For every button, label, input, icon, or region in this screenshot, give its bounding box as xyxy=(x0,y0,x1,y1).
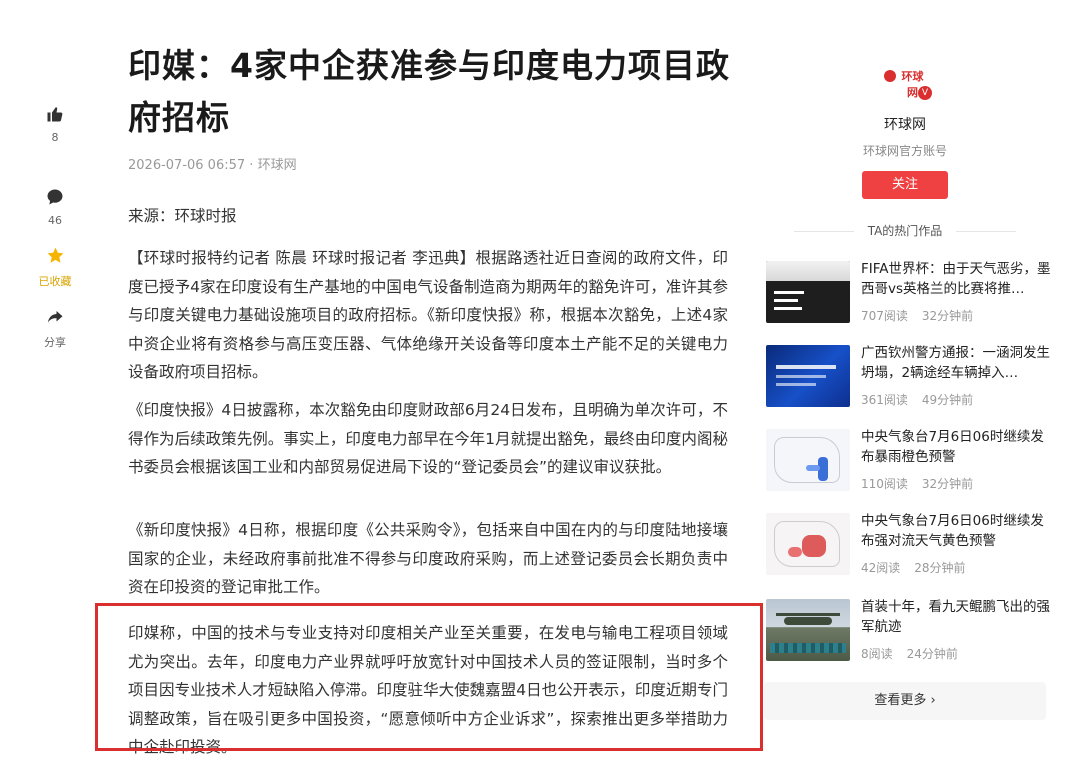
hot-item-thumbnail xyxy=(766,261,850,323)
comment-bubble-icon xyxy=(47,189,63,205)
hot-item-meta: 110阅读 32分钟前 xyxy=(861,475,973,492)
thumb-aircraft-wing xyxy=(776,613,840,616)
hot-item-reads: 707阅读 xyxy=(861,309,908,323)
favorite-label: 已收藏 xyxy=(38,275,72,288)
hot-item-reads: 110阅读 xyxy=(861,477,908,491)
hot-item-title: FIFA世界杯：由于天气恶劣，墨西哥vs英格兰的比赛将推… xyxy=(861,261,1051,297)
article-paragraph-1: 【环球时报特约记者 陈晨 环球时报记者 李迅典】根据路透社近日查阅的政府文件，印… xyxy=(128,249,728,381)
hot-item-thumbnail xyxy=(766,429,850,491)
thumb-aircraft-body xyxy=(784,617,832,625)
thumb-crowd xyxy=(770,643,846,653)
thumb-text-line xyxy=(776,375,826,378)
share-button[interactable]: 分享 xyxy=(30,308,80,350)
favorite-button[interactable]: 已收藏 xyxy=(30,246,80,289)
share-label: 分享 xyxy=(44,336,66,349)
hot-item-thumbnail xyxy=(766,599,850,661)
article-date: 2026-07-06 06:57 xyxy=(128,158,246,173)
author-card: 环球网 V 环球网 环球网官方账号 关注 xyxy=(840,60,970,199)
hot-item-title: 中央气象台7月6日06时继续发布暴雨橙色预警 xyxy=(861,429,1044,465)
hot-item[interactable]: 首装十年，看九天鲲鹏飞出的强军航迹 8阅读 24分钟前 xyxy=(764,599,1054,669)
thumb-header-strip xyxy=(766,261,850,281)
verified-badge-icon: V xyxy=(918,86,932,100)
hot-item-reads: 361阅读 xyxy=(861,393,908,407)
comment-count: 46 xyxy=(48,214,62,227)
hot-item-time: 32分钟前 xyxy=(921,477,974,491)
thumb-text-line xyxy=(776,383,816,386)
hot-item-title: 中央气象台7月6日06时继续发布强对流天气黄色预警 xyxy=(861,513,1044,549)
hot-item-title: 首装十年，看九天鲲鹏飞出的强军航迹 xyxy=(861,599,1050,635)
highlight-annotation-box xyxy=(95,603,763,751)
article-source[interactable]: 环球网 xyxy=(258,158,297,173)
hot-item-thumbnail xyxy=(766,513,850,575)
comment-button[interactable]: 46 xyxy=(30,188,80,227)
hot-item-title: 广西钦州警方通报：一涵洞发生坍塌，2辆途经车辆掉入… xyxy=(861,345,1050,381)
globe-logo-icon xyxy=(884,70,896,82)
thumbs-up-icon xyxy=(47,107,63,122)
thumb-text-line xyxy=(774,307,802,310)
share-arrow-icon xyxy=(47,311,63,323)
thumb-rain-band xyxy=(806,465,820,471)
hot-item-thumbnail xyxy=(766,345,850,407)
thumb-text-line xyxy=(774,291,804,294)
article-title: 印媒：4家中企获准参与印度电力项目政府招标 xyxy=(128,46,730,137)
hot-item-time: 32分钟前 xyxy=(921,309,974,323)
thumb-map-outline xyxy=(774,437,840,483)
hot-item-meta: 361阅读 49分钟前 xyxy=(861,391,973,408)
star-icon xyxy=(47,247,63,263)
meta-separator: · xyxy=(249,158,258,173)
author-description: 环球网官方账号 xyxy=(862,144,947,158)
article-source-line: 来源：环球时报 xyxy=(128,207,237,225)
hot-item-reads: 42阅读 xyxy=(861,561,901,575)
hot-item[interactable]: 广西钦州警方通报：一涵洞发生坍塌，2辆途经车辆掉入… 361阅读 49分钟前 xyxy=(764,345,1054,415)
hot-item-time: 49分钟前 xyxy=(921,393,974,407)
view-more-button[interactable]: 查看更多 › xyxy=(764,682,1046,720)
thumb-text-line xyxy=(774,299,798,302)
hot-item-meta: 42阅读 28分钟前 xyxy=(861,559,966,576)
thumb-text-line xyxy=(776,365,836,369)
hot-item[interactable]: 中央气象台7月6日06时继续发布强对流天气黄色预警 42阅读 28分钟前 xyxy=(764,513,1054,583)
thumb-storm-area xyxy=(802,535,826,557)
hot-item[interactable]: 中央气象台7月6日06时继续发布暴雨橙色预警 110阅读 32分钟前 xyxy=(764,429,1054,499)
hot-item-meta: 8阅读 24分钟前 xyxy=(861,645,958,662)
hot-item-meta: 707阅读 32分钟前 xyxy=(861,307,973,324)
author-logo[interactable]: 环球网 V xyxy=(882,60,932,100)
hot-item[interactable]: FIFA世界杯：由于天气恶劣，墨西哥vs英格兰的比赛将推… 707阅读 32分钟前 xyxy=(764,261,1054,331)
like-button[interactable]: 8 xyxy=(30,105,80,144)
follow-button[interactable]: 关注 xyxy=(862,171,948,199)
hot-item-time: 28分钟前 xyxy=(914,561,966,575)
hot-works-heading: TA的热门作品 xyxy=(764,222,1046,239)
hot-item-time: 24分钟前 xyxy=(906,647,958,661)
thumb-storm-area xyxy=(788,547,802,557)
article-paragraph-3: 《新印度快报》4日称，根据印度《公共采购令》，包括来自中国在内的与印度陆地接壤国… xyxy=(128,521,728,596)
hot-item-reads: 8阅读 xyxy=(861,647,893,661)
article-paragraph-2: 《印度快报》4日披露称，本次豁免由印度财政部6月24日发布，且明确为单次许可，不… xyxy=(128,401,728,476)
like-count: 8 xyxy=(51,131,59,144)
author-name[interactable]: 环球网 xyxy=(840,114,970,134)
article-meta: 2026-07-06 06:57 · 环球网 xyxy=(128,154,297,173)
